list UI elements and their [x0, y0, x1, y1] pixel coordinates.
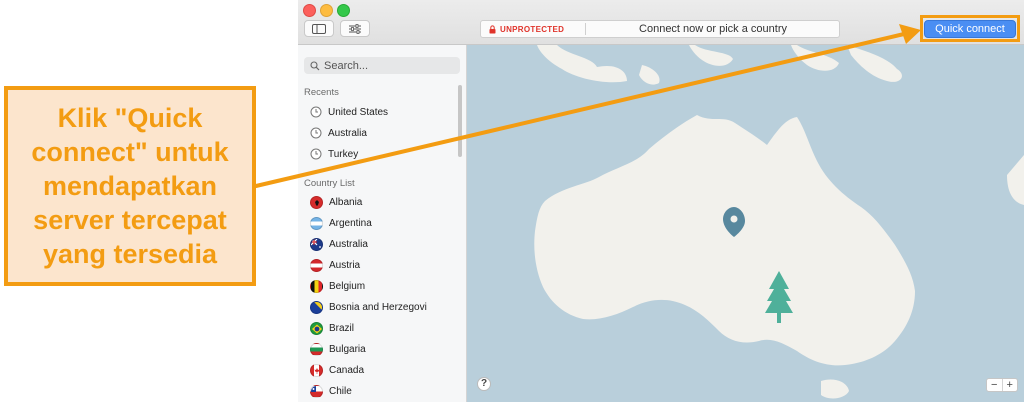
chile-flag-icon	[310, 384, 323, 398]
country-item[interactable]: Australia	[310, 234, 368, 254]
settings-button[interactable]	[340, 20, 370, 37]
status-message: Connect now or pick a country	[639, 23, 787, 35]
clock-icon	[310, 127, 322, 139]
instruction-text: Klik "Quick connect" untuk mendapatkan s…	[25, 101, 234, 271]
map-island	[639, 65, 660, 85]
zoom-out-button[interactable]: −	[987, 379, 1002, 391]
clock-icon	[310, 148, 322, 160]
search-input[interactable]: Search...	[304, 57, 460, 74]
country-item-label: Chile	[329, 385, 352, 397]
brazil-flag-icon	[310, 321, 323, 335]
status-divider	[585, 23, 586, 35]
sidebar-scrollbar[interactable]	[458, 85, 462, 157]
zoom-in-button[interactable]: +	[1001, 379, 1018, 391]
recent-item[interactable]: Australia	[310, 123, 367, 143]
server-sidebar: Search... Recents United States Australi…	[298, 45, 467, 402]
recents-header: Recents	[304, 87, 339, 98]
tasmania-landmass	[821, 379, 849, 399]
title-bar: UNPROTECTED Connect now or pick a countr…	[298, 0, 1024, 45]
sidebar-icon	[312, 23, 326, 34]
instruction-line: connect" untuk	[31, 137, 229, 167]
instruction-line: Klik "Quick	[57, 103, 203, 133]
country-item[interactable]: Brazil	[310, 318, 354, 338]
country-item[interactable]: Chile	[310, 381, 352, 401]
map-island	[847, 45, 902, 82]
map-island	[791, 45, 839, 71]
quick-connect-highlight	[920, 15, 1020, 42]
close-window-button[interactable]	[303, 4, 316, 17]
map-canvas	[534, 45, 1024, 399]
country-item[interactable]: Belgium	[310, 276, 365, 296]
lock-icon	[489, 24, 496, 33]
country-item-label: Bosnia and Herzegovi	[329, 301, 427, 313]
recent-item-label: United States	[328, 106, 389, 118]
bosnia-flag-icon	[310, 300, 323, 314]
australia-landmass	[534, 115, 915, 366]
sliders-icon	[349, 23, 361, 34]
app-window: UNPROTECTED Connect now or pick a countr…	[298, 0, 1024, 402]
argentina-flag-icon	[310, 216, 323, 230]
status-badge: UNPROTECTED	[489, 21, 564, 37]
instruction-line: server tercepat	[33, 205, 227, 235]
country-item-label: Albania	[329, 196, 363, 208]
search-icon	[310, 60, 320, 70]
country-item-label: Canada	[329, 364, 365, 376]
map-island	[537, 45, 627, 83]
recent-item-label: Australia	[328, 127, 367, 139]
minimize-window-button[interactable]	[320, 4, 333, 17]
canada-flag-icon	[310, 363, 323, 377]
connection-status-bar: UNPROTECTED Connect now or pick a countr…	[480, 20, 840, 38]
country-item[interactable]: Argentina	[310, 213, 372, 233]
country-item-label: Argentina	[329, 217, 372, 229]
country-item[interactable]: Austria	[310, 255, 360, 275]
country-item[interactable]: Bosnia and Herzegovi	[310, 297, 427, 317]
status-label: UNPROTECTED	[500, 24, 565, 34]
country-item-label: Australia	[329, 238, 368, 250]
country-item[interactable]: Bulgaria	[310, 339, 366, 359]
zoom-window-button[interactable]	[337, 4, 350, 17]
country-item-label: Austria	[329, 259, 361, 271]
country-list-header: Country List	[304, 178, 355, 189]
australia-flag-icon	[310, 237, 323, 251]
bulgaria-flag-icon	[310, 342, 323, 356]
toggle-sidebar-button[interactable]	[304, 20, 334, 37]
country-item[interactable]: Canada	[310, 360, 364, 380]
country-item-label: Bulgaria	[329, 343, 366, 355]
map-island	[689, 45, 733, 66]
search-placeholder: Search...	[324, 59, 369, 72]
server-map[interactable]: ? − +	[467, 45, 1024, 402]
instruction-line: mendapatkan	[42, 171, 218, 201]
help-button[interactable]: ?	[477, 377, 491, 391]
country-item[interactable]: Albania	[310, 192, 362, 212]
recent-item[interactable]: United States	[310, 102, 388, 122]
map-island	[1007, 155, 1024, 205]
recent-item[interactable]: Turkey	[310, 144, 358, 164]
zoom-control: − +	[986, 378, 1018, 392]
albania-flag-icon	[310, 195, 323, 209]
instruction-line: yang tersedia	[42, 239, 218, 269]
instruction-callout: Klik "Quick connect" untuk mendapatkan s…	[4, 86, 256, 286]
austria-flag-icon	[310, 258, 323, 272]
belgium-flag-icon	[310, 279, 323, 293]
country-item-label: Brazil	[329, 322, 355, 334]
recent-item-label: Turkey	[328, 148, 359, 160]
clock-icon	[310, 106, 322, 118]
country-item-label: Belgium	[329, 280, 366, 292]
